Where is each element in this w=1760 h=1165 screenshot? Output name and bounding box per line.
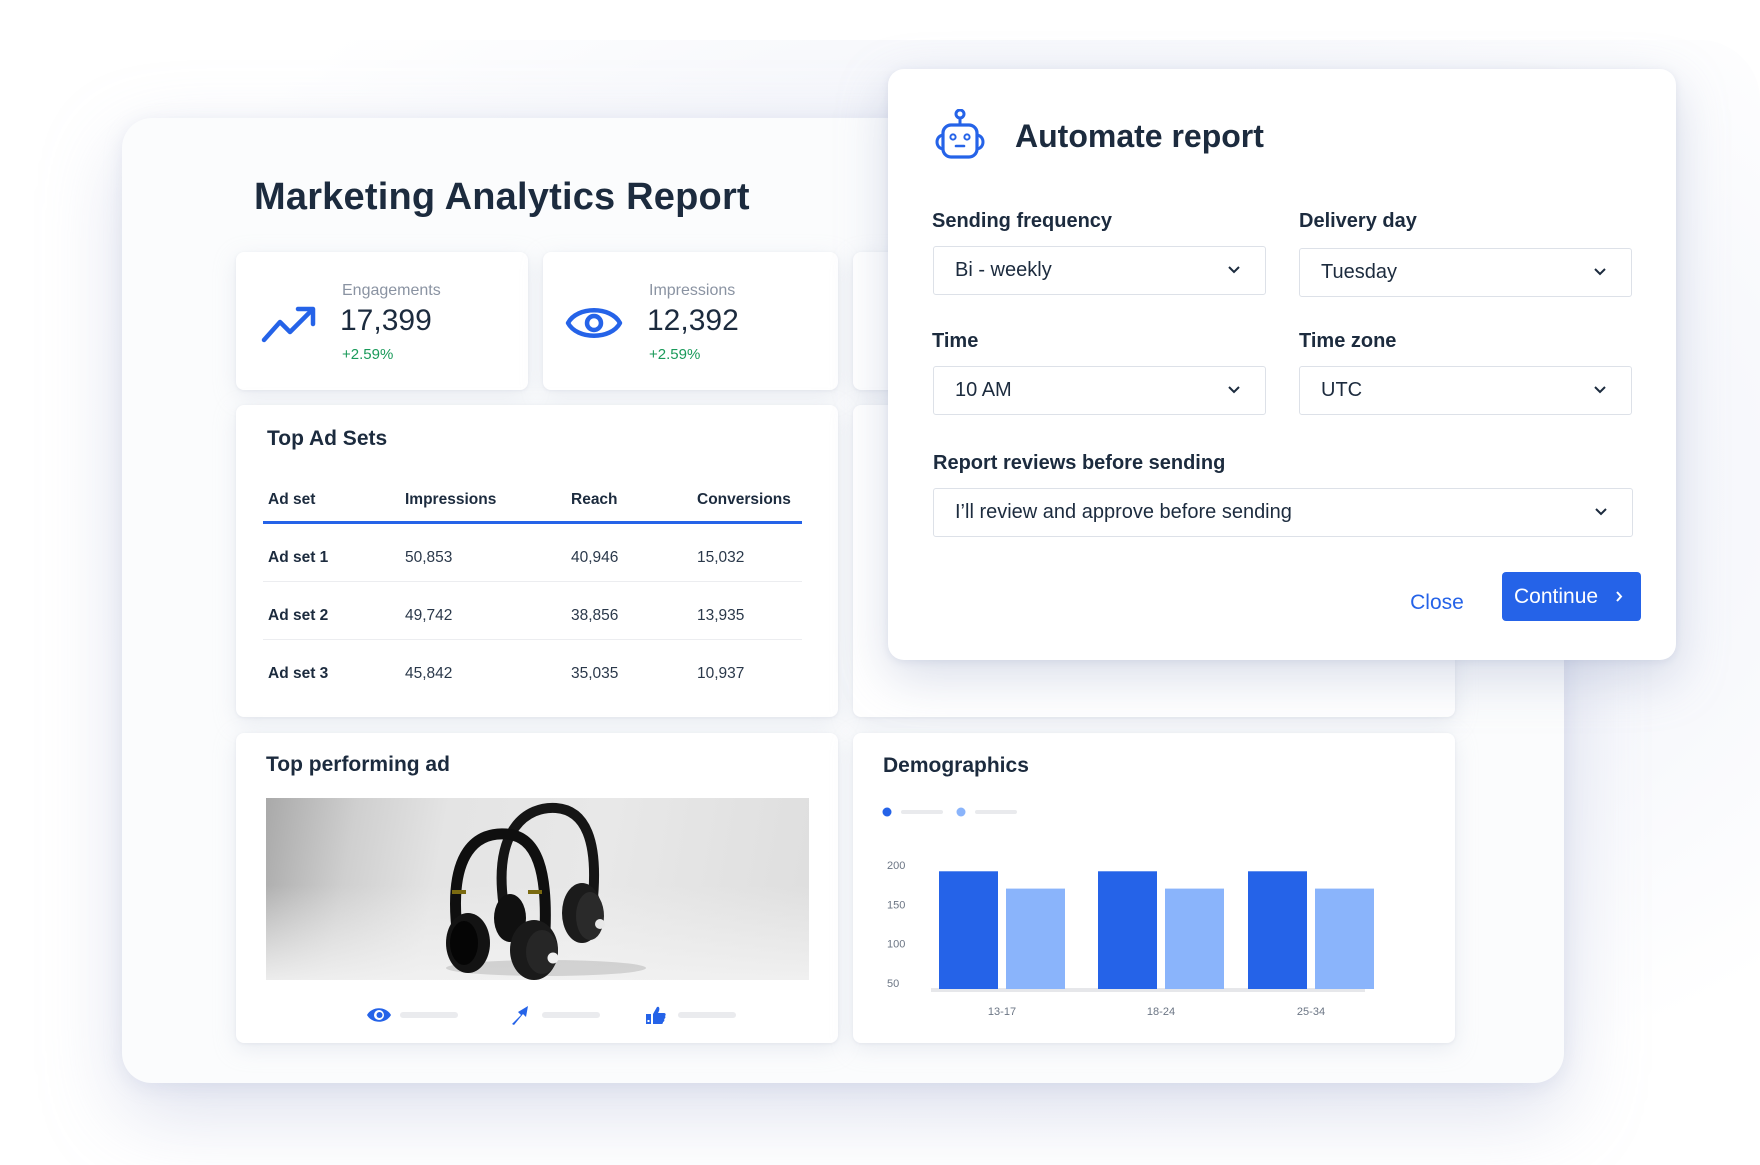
select-value: I’ll review and approve before sending [955,501,1292,523]
kpi-change: +2.59% [649,346,701,363]
automate-report-modal: Automate report Sending frequency Bi - w… [888,69,1676,660]
bar-18-24-series-2 [1165,888,1224,989]
chevron-down-icon [1228,386,1240,394]
demographics-card: Demographics 50 100 150 200 13-17 18-24 25-34 [853,733,1455,1043]
cell-conversions: 10,937 [697,665,745,682]
bar-25-34-series-1 [1248,871,1307,989]
time-select[interactable]: 10 AM [933,366,1266,415]
column-header[interactable]: Reach [571,491,618,509]
eye-icon [367,1008,391,1022]
eye-icon [565,308,623,338]
metric-placeholder-bar [542,1012,600,1018]
kpi-value: 17,399 [340,304,432,337]
cell-ad-set: Ad set 1 [268,549,329,566]
send-arrow-icon [512,1006,528,1025]
x-tick-label: 18-24 [1147,1006,1175,1018]
legend-label-placeholder [901,810,943,814]
kpi-label: Engagements [342,282,441,299]
cell-impressions: 45,842 [405,665,453,682]
ad-metrics-row [236,1005,838,1025]
y-tick-label: 200 [887,860,905,872]
cell-impressions: 50,853 [405,549,453,566]
bar-25-34-series-2 [1315,888,1374,989]
legend-dot [882,807,892,817]
time-zone-label: Time zone [1299,330,1397,352]
continue-button[interactable]: Continue [1502,572,1641,621]
bar-18-24-series-1 [1098,871,1157,989]
bar-13-17-series-2 [1006,888,1065,989]
chevron-down-icon [1594,268,1606,276]
top-ad-sets-card: Top Ad Sets Ad set Impressions Reach Con… [236,405,838,717]
ad-sets-table: Ad set Impressions Reach Conversions Ad … [263,485,802,698]
cell-reach: 35,035 [571,665,619,682]
kpi-change: +2.59% [342,346,394,363]
legend-dot [956,807,966,817]
cell-reach: 40,946 [571,549,619,566]
bar-13-17-series-1 [939,871,998,989]
top-performing-ad-card: Top performing ad [236,733,838,1043]
report-reviews-select[interactable]: I’ll review and approve before sending [933,488,1633,537]
table-row: Ad set 2 49,742 38,856 13,935 [263,582,802,640]
cell-impressions: 49,742 [405,607,453,624]
page-title: Marketing Analytics Report [254,176,750,218]
metric-placeholder-bar [400,1012,458,1018]
y-tick-label: 100 [887,939,905,951]
headphones-illustration [446,802,646,980]
chevron-down-icon [1595,508,1607,516]
select-value: Tuesday [1321,261,1397,283]
cell-reach: 38,856 [571,607,619,624]
y-tick-label: 150 [887,899,905,911]
sending-frequency-label: Sending frequency [932,210,1113,232]
time-zone-select[interactable]: UTC [1299,366,1632,415]
delivery-day-label: Delivery day [1299,210,1417,232]
column-header[interactable]: Impressions [405,491,496,509]
column-header[interactable]: Ad set [268,491,315,509]
table-row: Ad set 1 50,853 40,946 15,032 [263,524,802,582]
kpi-card-engagements: Engagements 17,399 +2.59% [236,252,528,390]
cell-conversions: 13,935 [697,607,745,624]
y-tick-label: 50 [887,978,899,990]
chevron-down-icon [1594,386,1606,394]
delivery-day-select[interactable]: Tuesday [1299,248,1632,297]
chevron-right-icon [1616,591,1623,602]
cell-conversions: 15,032 [697,549,745,566]
ad-image-headphones[interactable] [266,798,809,980]
table-header: Ad set Impressions Reach Conversions [263,485,802,524]
table-row: Ad set 3 45,842 35,035 10,937 [263,640,802,698]
legend-label-placeholder [975,810,1017,814]
card-title: Top performing ad [266,753,450,776]
time-label: Time [932,330,979,352]
thumbs-up-icon [646,1006,666,1024]
select-value: UTC [1321,379,1363,401]
column-header[interactable]: Conversions [697,491,791,509]
demographics-bar-chart: 50 100 150 200 13-17 18-24 25-34 [882,807,1374,1018]
card-title: Top Ad Sets [267,427,388,450]
cell-ad-set: Ad set 3 [268,665,329,682]
report-reviews-label: Report reviews before sending [933,452,1226,474]
metric-placeholder-bar [678,1012,736,1018]
kpi-value: 12,392 [647,304,739,337]
x-tick-label: 25-34 [1297,1006,1325,1018]
kpi-card-impressions: Impressions 12,392 +2.59% [543,252,838,390]
sending-frequency-select[interactable]: Bi - weekly [933,246,1266,295]
x-tick-label: 13-17 [988,1006,1016,1018]
select-value: 10 AM [955,379,1012,401]
kpi-label: Impressions [649,282,736,299]
close-button[interactable]: Close [1392,581,1482,625]
modal-title: Automate report [1015,118,1264,154]
select-value: Bi - weekly [955,259,1052,281]
robot-icon [935,109,985,159]
trending-up-icon [261,306,316,343]
cell-ad-set: Ad set 2 [268,607,329,624]
chevron-down-icon [1228,266,1240,274]
continue-button-label: Continue [1514,584,1599,608]
